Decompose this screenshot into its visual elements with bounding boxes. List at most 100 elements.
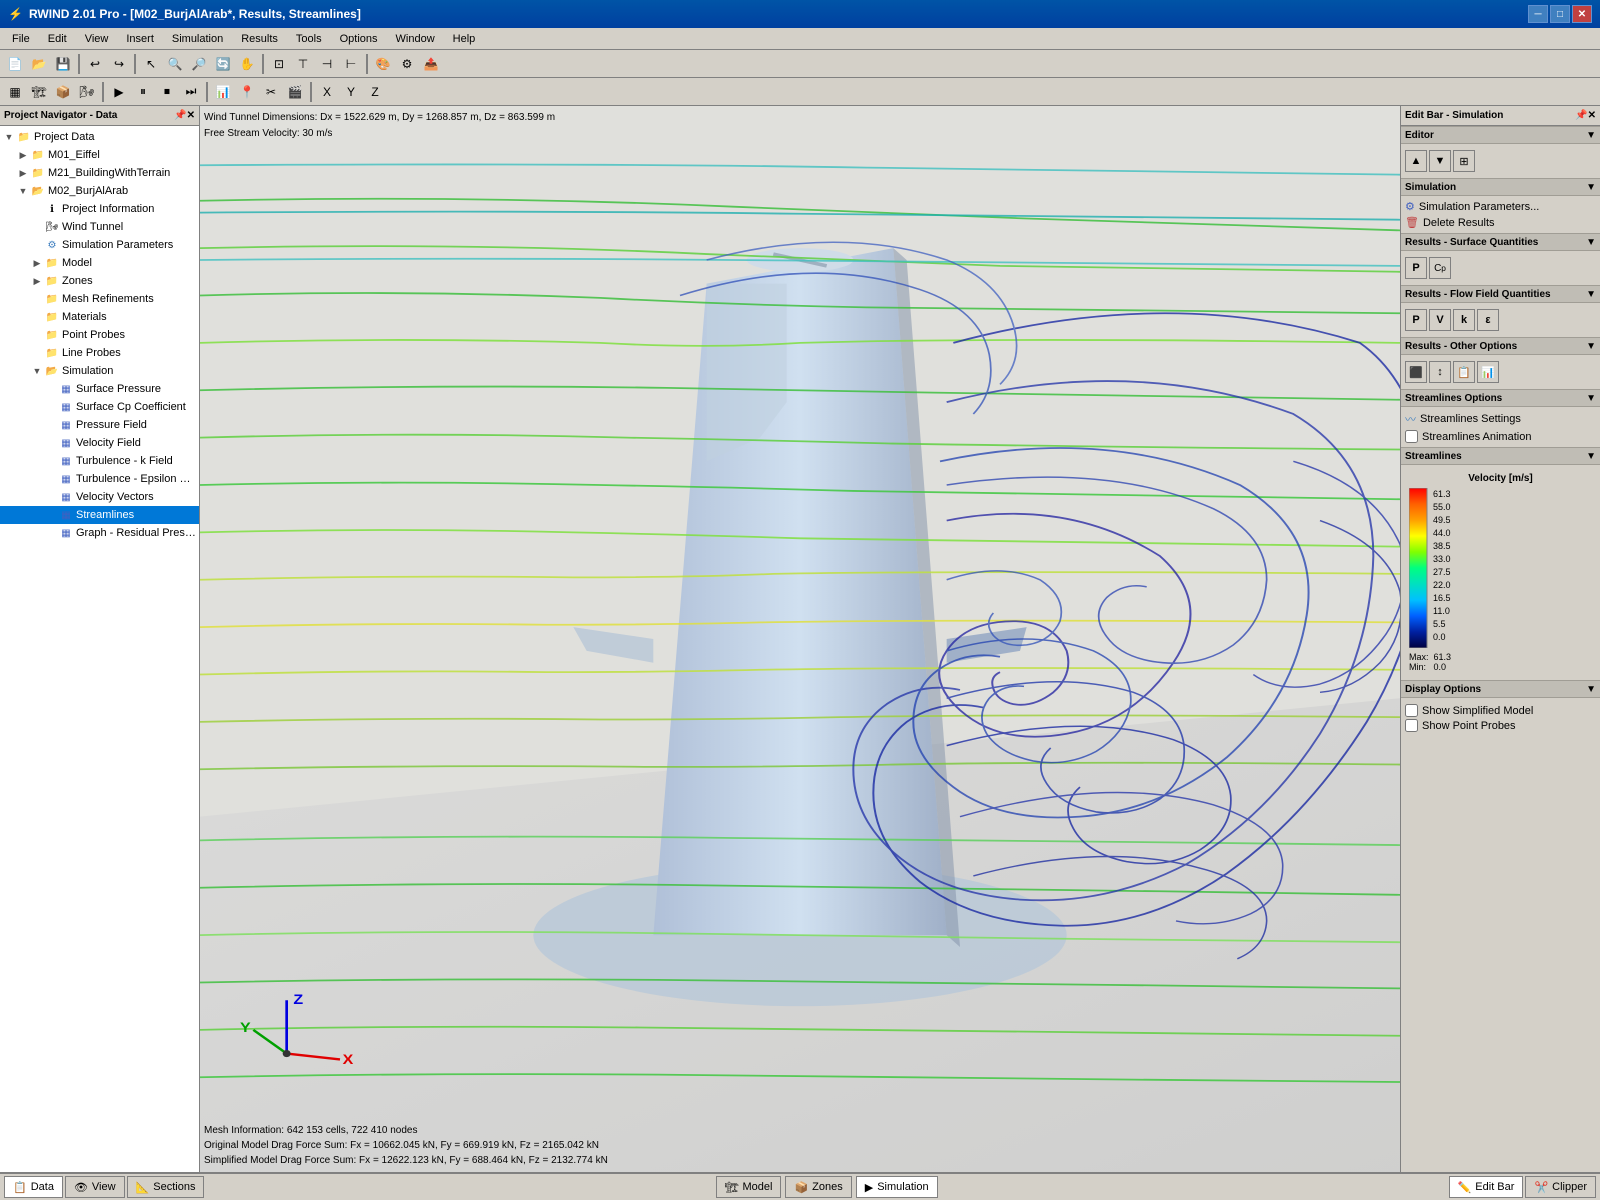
- display-options-header[interactable]: Display Options ▼: [1401, 680, 1600, 698]
- toolbar2-step[interactable]: ⏭: [180, 81, 202, 103]
- toolbar-select[interactable]: ↖: [140, 53, 162, 75]
- toolbar-view-front[interactable]: ⊣: [316, 53, 338, 75]
- editor-btn-arrow-down[interactable]: ▼: [1429, 150, 1451, 172]
- toolbar-fit[interactable]: ⊡: [268, 53, 290, 75]
- toolbar2-play[interactable]: ▶: [108, 81, 130, 103]
- viewport[interactable]: Wind Tunnel Dimensions: Dx = 1522.629 m,…: [200, 106, 1400, 1172]
- tab-clipper[interactable]: ✂️ Clipper: [1525, 1176, 1596, 1198]
- toolbar-pan[interactable]: ✋: [236, 53, 258, 75]
- tree-project-data[interactable]: ▼ 📁 Project Data: [0, 128, 199, 146]
- maximize-button[interactable]: □: [1550, 5, 1570, 23]
- tree-mesh-refinements[interactable]: 📁 Mesh Refinements: [0, 290, 199, 308]
- tree-pressure-field[interactable]: ▦ Pressure Field: [0, 416, 199, 434]
- sim-params-btn[interactable]: ⚙ Simulation Parameters...: [1405, 200, 1596, 213]
- tree-m02[interactable]: ▼ 📂 M02_BurjAlArab: [0, 182, 199, 200]
- editor-btn-grid[interactable]: ⊞: [1453, 150, 1475, 172]
- menu-file[interactable]: File: [4, 31, 38, 47]
- toolbar-view-side[interactable]: ⊢: [340, 53, 362, 75]
- other-opt-btn1[interactable]: ⬛: [1405, 361, 1427, 383]
- toolbar2-section[interactable]: ✂: [260, 81, 282, 103]
- streamlines-options-header[interactable]: Streamlines Options ▼: [1401, 389, 1600, 407]
- streamlines-settings-btn[interactable]: 〰 Streamlines Settings: [1405, 411, 1596, 427]
- toolbar2-y[interactable]: Y: [340, 81, 362, 103]
- show-simplified-model-checkbox[interactable]: [1405, 704, 1418, 717]
- other-options-header[interactable]: Results - Other Options ▼: [1401, 337, 1600, 355]
- surface-quantities-header[interactable]: Results - Surface Quantities ▼: [1401, 233, 1600, 251]
- tree-zones[interactable]: ▶ 📁 Zones: [0, 272, 199, 290]
- streamlines-animation-item[interactable]: Streamlines Animation: [1405, 430, 1596, 443]
- simulation-section-header[interactable]: Simulation ▼: [1401, 178, 1600, 196]
- surface-cp-btn[interactable]: Cp: [1429, 257, 1451, 279]
- tab-edit-bar[interactable]: ✏️ Edit Bar: [1449, 1176, 1524, 1198]
- toolbar2-wind[interactable]: 🌬: [76, 81, 98, 103]
- tab-simulation[interactable]: ▶ Simulation: [856, 1176, 938, 1198]
- minimize-button[interactable]: ─: [1528, 5, 1548, 23]
- menu-help[interactable]: Help: [445, 31, 484, 47]
- tree-materials[interactable]: 📁 Materials: [0, 308, 199, 326]
- menu-results[interactable]: Results: [233, 31, 286, 47]
- tree-turbulence-k[interactable]: ▦ Turbulence - k Field: [0, 452, 199, 470]
- show-point-probes-item[interactable]: Show Point Probes: [1405, 719, 1596, 732]
- tab-view[interactable]: 👁 View: [65, 1176, 125, 1198]
- tree-project-info[interactable]: ℹ Project Information: [0, 200, 199, 218]
- menu-tools[interactable]: Tools: [288, 31, 330, 47]
- toolbar2-model[interactable]: 🏗: [28, 81, 50, 103]
- tab-sections[interactable]: 📐 Sections: [127, 1176, 205, 1198]
- toolbar-view-top[interactable]: ⊤: [292, 53, 314, 75]
- flow-p-btn[interactable]: P: [1405, 309, 1427, 331]
- toolbar-render[interactable]: 🎨: [372, 53, 394, 75]
- tab-zones[interactable]: 📦 Zones: [785, 1176, 851, 1198]
- show-simplified-model-item[interactable]: Show Simplified Model: [1405, 704, 1596, 717]
- tree-m01[interactable]: ▶ 📁 M01_Eiffel: [0, 146, 199, 164]
- streamlines-animation-checkbox[interactable]: [1405, 430, 1418, 443]
- editor-btn-arrow-up[interactable]: ▲: [1405, 150, 1427, 172]
- close-button[interactable]: ✕: [1572, 5, 1592, 23]
- toolbar2-results[interactable]: 📊: [212, 81, 234, 103]
- toolbar2-zones[interactable]: 📦: [52, 81, 74, 103]
- toolbar2-stop[interactable]: ⏹: [156, 81, 178, 103]
- tree-surface-pressure[interactable]: ▦ Surface Pressure: [0, 380, 199, 398]
- tree-graph-residual[interactable]: ▦ Graph - Residual Pressure: [0, 524, 199, 542]
- tree-turbulence-eps[interactable]: ▦ Turbulence - Epsilon Field: [0, 470, 199, 488]
- surface-p-btn[interactable]: P: [1405, 257, 1427, 279]
- toolbar2-probe[interactable]: 📍: [236, 81, 258, 103]
- menu-simulation[interactable]: Simulation: [164, 31, 231, 47]
- toolbar-save[interactable]: 💾: [52, 53, 74, 75]
- show-point-probes-checkbox[interactable]: [1405, 719, 1418, 732]
- toolbar2-x[interactable]: X: [316, 81, 338, 103]
- delete-results-btn[interactable]: 🗑 Delete Results: [1405, 216, 1596, 229]
- toolbar-export[interactable]: 📤: [420, 53, 442, 75]
- other-opt-btn4[interactable]: 📊: [1477, 361, 1499, 383]
- nav-tree[interactable]: ▼ 📁 Project Data ▶ 📁 M01_Eiffel ▶ 📁 M21_…: [0, 126, 199, 1172]
- toolbar2-animate[interactable]: 🎬: [284, 81, 306, 103]
- tree-line-probes[interactable]: 📁 Line Probes: [0, 344, 199, 362]
- tree-point-probes[interactable]: 📁 Point Probes: [0, 326, 199, 344]
- menu-edit[interactable]: Edit: [40, 31, 75, 47]
- tree-velocity-vectors[interactable]: ▦ Velocity Vectors: [0, 488, 199, 506]
- toolbar-redo[interactable]: ↪: [108, 53, 130, 75]
- toolbar-zoom-in[interactable]: 🔍: [164, 53, 186, 75]
- flow-eps-btn[interactable]: ε: [1477, 309, 1499, 331]
- tree-sim-params[interactable]: ⚙ Simulation Parameters: [0, 236, 199, 254]
- toolbar2-z[interactable]: Z: [364, 81, 386, 103]
- tab-data[interactable]: 📋 Data: [4, 1176, 63, 1198]
- tree-simulation[interactable]: ▼ 📂 Simulation: [0, 362, 199, 380]
- other-opt-btn2[interactable]: ↕: [1429, 361, 1451, 383]
- tree-m21[interactable]: ▶ 📁 M21_BuildingWithTerrain: [0, 164, 199, 182]
- toolbar2-mesh[interactable]: ▦: [4, 81, 26, 103]
- tab-model[interactable]: 🏗 Model: [716, 1176, 782, 1198]
- tree-surface-cp[interactable]: ▦ Surface Cp Coefficient: [0, 398, 199, 416]
- menu-view[interactable]: View: [77, 31, 117, 47]
- other-opt-btn3[interactable]: 📋: [1453, 361, 1475, 383]
- streamlines-legend-header[interactable]: Streamlines ▼: [1401, 447, 1600, 465]
- editor-section-header[interactable]: Editor ▼: [1401, 126, 1600, 144]
- tree-streamlines[interactable]: ▦ Streamlines: [0, 506, 199, 524]
- toolbar-zoom-out[interactable]: 🔎: [188, 53, 210, 75]
- flow-k-btn[interactable]: k: [1453, 309, 1475, 331]
- toolbar2-pause[interactable]: ⏸: [132, 81, 154, 103]
- toolbar-new[interactable]: 📄: [4, 53, 26, 75]
- tree-velocity-field[interactable]: ▦ Velocity Field: [0, 434, 199, 452]
- tree-wind-tunnel[interactable]: 🌬 Wind Tunnel: [0, 218, 199, 236]
- flow-field-header[interactable]: Results - Flow Field Quantities ▼: [1401, 285, 1600, 303]
- menu-window[interactable]: Window: [388, 31, 443, 47]
